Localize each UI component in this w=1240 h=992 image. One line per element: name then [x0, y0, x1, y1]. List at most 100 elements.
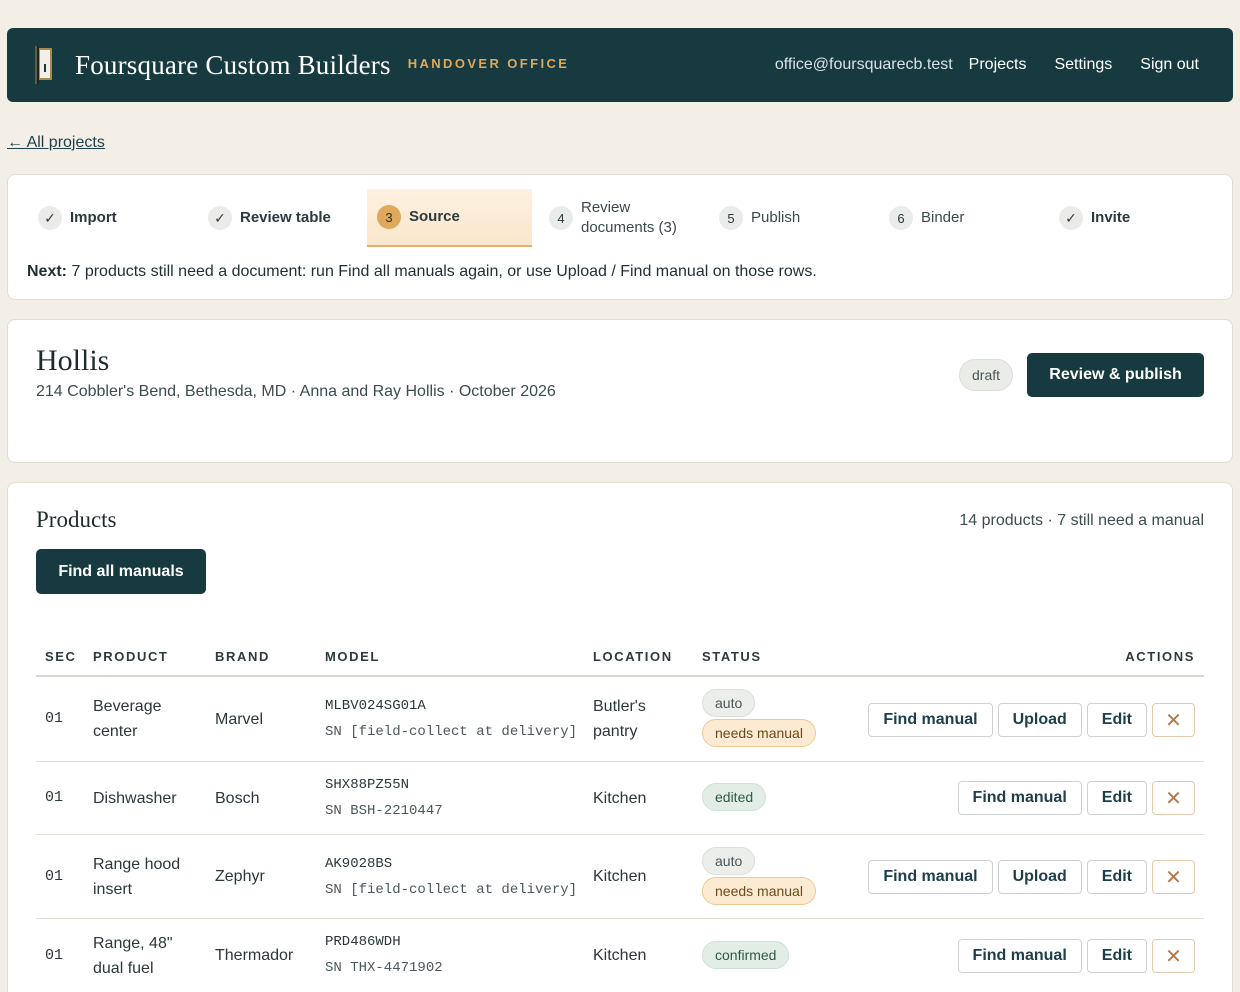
- workflow-steps: ✓ Import ✓ Review table 3 Source 4 Revie…: [8, 189, 1232, 249]
- table-row: 01 Dishwasher Bosch SHX88PZ55N SN BSH-22…: [36, 762, 1204, 835]
- find-manual-button[interactable]: Find manual: [957, 781, 1082, 815]
- edit-button[interactable]: Edit: [1086, 939, 1147, 973]
- step-label: Invite: [1091, 209, 1131, 226]
- row-location: Kitchen: [593, 947, 647, 964]
- edit-button[interactable]: Edit: [1086, 860, 1147, 894]
- product-line2: insert: [93, 881, 133, 898]
- row-status: auto needs manual: [702, 689, 816, 749]
- step-label: Binder: [921, 209, 965, 226]
- row-product: Dishwasher: [93, 790, 177, 807]
- serial-number: SN BSH-2210447: [325, 803, 443, 819]
- project-summary-card: Hollis 214 Cobbler's Bend, Bethesda, MD …: [7, 319, 1233, 463]
- find-manual-button[interactable]: Find manual: [868, 703, 993, 737]
- column-header-brand[interactable]: BRAND: [215, 649, 270, 664]
- needs-manual-badge: needs manual: [702, 877, 816, 905]
- app-header: Foursquare Custom Builders HANDOVER OFFI…: [7, 28, 1233, 102]
- location-line2: pantry: [593, 723, 638, 740]
- row-product: Range, 48" dual fuel: [93, 931, 173, 981]
- auto-badge: auto: [702, 689, 756, 717]
- auto-badge: auto: [702, 847, 756, 875]
- user-email: office@foursquarecb.test: [774, 56, 953, 73]
- next-text: 7 products still need a document: run Fi…: [71, 263, 817, 280]
- brand-tagline: HANDOVER OFFICE: [407, 56, 570, 71]
- row-model: SHX88PZ55N SN BSH-2210447: [325, 772, 443, 824]
- remove-icon[interactable]: ✕: [1152, 781, 1195, 815]
- edit-button[interactable]: Edit: [1086, 781, 1147, 815]
- serial-number: SN THX-4471902: [325, 960, 443, 976]
- row-status: confirmed: [702, 941, 790, 971]
- table-row: 01 Range hood insert Zephyr AK9028BS SN …: [36, 835, 1204, 919]
- project-title: Hollis: [36, 344, 110, 377]
- row-status: edited: [702, 783, 767, 813]
- remove-icon[interactable]: ✕: [1152, 860, 1195, 894]
- row-model: MLBV024SG01A SN [field-collect at delive…: [325, 693, 577, 745]
- nav-projects[interactable]: Projects: [969, 56, 1027, 74]
- row-product: Range hood insert: [93, 852, 180, 902]
- product-line1: Range hood: [93, 856, 181, 873]
- row-status: auto needs manual: [702, 847, 816, 907]
- find-all-manuals-button[interactable]: Find all manuals: [36, 549, 206, 594]
- row-sec: 01: [45, 710, 64, 727]
- nav-settings[interactable]: Settings: [1054, 56, 1112, 74]
- products-summary: 14 products · 7 still need a manual: [959, 512, 1204, 529]
- step-number: 4: [549, 206, 573, 230]
- serial-number: SN [field-collect at delivery]: [325, 882, 578, 898]
- needs-manual-badge: needs manual: [702, 719, 816, 747]
- edited-badge: edited: [702, 783, 767, 811]
- step-review-documents[interactable]: 4 Review documents (3): [549, 189, 677, 247]
- confirmed-badge: confirmed: [702, 941, 790, 969]
- row-brand: Marvel: [215, 711, 264, 728]
- table-row: 01 Range, 48" dual fuel Thermador PRD486…: [36, 919, 1204, 992]
- project-subtitle: 214 Cobbler's Bend, Bethesda, MD · Anna …: [36, 383, 556, 400]
- model-number: PRD486WDH: [325, 934, 401, 950]
- column-header-status[interactable]: STATUS: [702, 649, 762, 664]
- find-manual-button[interactable]: Find manual: [868, 860, 993, 894]
- step-review-table[interactable]: ✓ Review table: [208, 189, 331, 247]
- step-label-line2: documents (3): [581, 219, 677, 236]
- row-model: PRD486WDH SN THX-4471902: [325, 929, 443, 981]
- step-label: Review table: [240, 209, 331, 226]
- step-number: 5: [719, 206, 743, 230]
- nav-sign-out[interactable]: Sign out: [1140, 56, 1199, 74]
- find-manual-button[interactable]: Find manual: [957, 939, 1082, 973]
- product-line1: Range, 48": [93, 935, 173, 952]
- review-publish-button[interactable]: Review & publish: [1027, 353, 1204, 397]
- row-actions: Find manual Edit ✕: [957, 781, 1195, 815]
- table-header: SEC PRODUCT BRAND MODEL LOCATION STATUS …: [36, 643, 1204, 677]
- step-invite[interactable]: ✓ Invite: [1059, 189, 1130, 247]
- next-step-hint: Next: 7 products still need a document: …: [27, 263, 817, 281]
- step-label-line1: Review: [581, 199, 631, 216]
- model-number: AK9028BS: [325, 856, 393, 872]
- location-line1: Butler's: [593, 698, 646, 715]
- row-brand: Bosch: [215, 790, 260, 807]
- step-number: 6: [889, 206, 913, 230]
- products-title: Products: [36, 507, 117, 532]
- next-prefix: Next:: [27, 263, 68, 280]
- step-import[interactable]: ✓ Import: [38, 189, 117, 247]
- upload-button[interactable]: Upload: [997, 860, 1082, 894]
- step-label: Import: [70, 209, 117, 226]
- row-brand: Thermador: [215, 947, 294, 964]
- column-header-sec[interactable]: SEC: [45, 649, 77, 664]
- row-sec: 01: [45, 868, 64, 885]
- row-location: Butler's pantry: [593, 694, 646, 744]
- edit-button[interactable]: Edit: [1086, 703, 1147, 737]
- check-icon: ✓: [1059, 206, 1083, 230]
- serial-number: SN [field-collect at delivery]: [325, 724, 578, 740]
- step-label: Publish: [751, 209, 801, 226]
- row-sec: 01: [45, 789, 64, 806]
- remove-icon[interactable]: ✕: [1152, 703, 1195, 737]
- column-header-location[interactable]: LOCATION: [593, 649, 673, 664]
- column-header-model[interactable]: MODEL: [325, 649, 380, 664]
- row-model: AK9028BS SN [field-collect at delivery]: [325, 851, 577, 903]
- row-actions: Find manual Upload Edit ✕: [868, 703, 1195, 737]
- step-source[interactable]: 3 Source: [367, 189, 532, 247]
- column-header-product[interactable]: PRODUCT: [93, 649, 168, 664]
- header-nav: office@foursquarecb.test Projects Settin…: [775, 56, 1199, 74]
- step-binder[interactable]: 6 Binder: [889, 189, 964, 247]
- back-to-projects-link[interactable]: ← All projects: [7, 134, 105, 152]
- remove-icon[interactable]: ✕: [1152, 939, 1195, 973]
- step-publish[interactable]: 5 Publish: [719, 189, 800, 247]
- upload-button[interactable]: Upload: [997, 703, 1082, 737]
- step-number: 3: [377, 205, 401, 229]
